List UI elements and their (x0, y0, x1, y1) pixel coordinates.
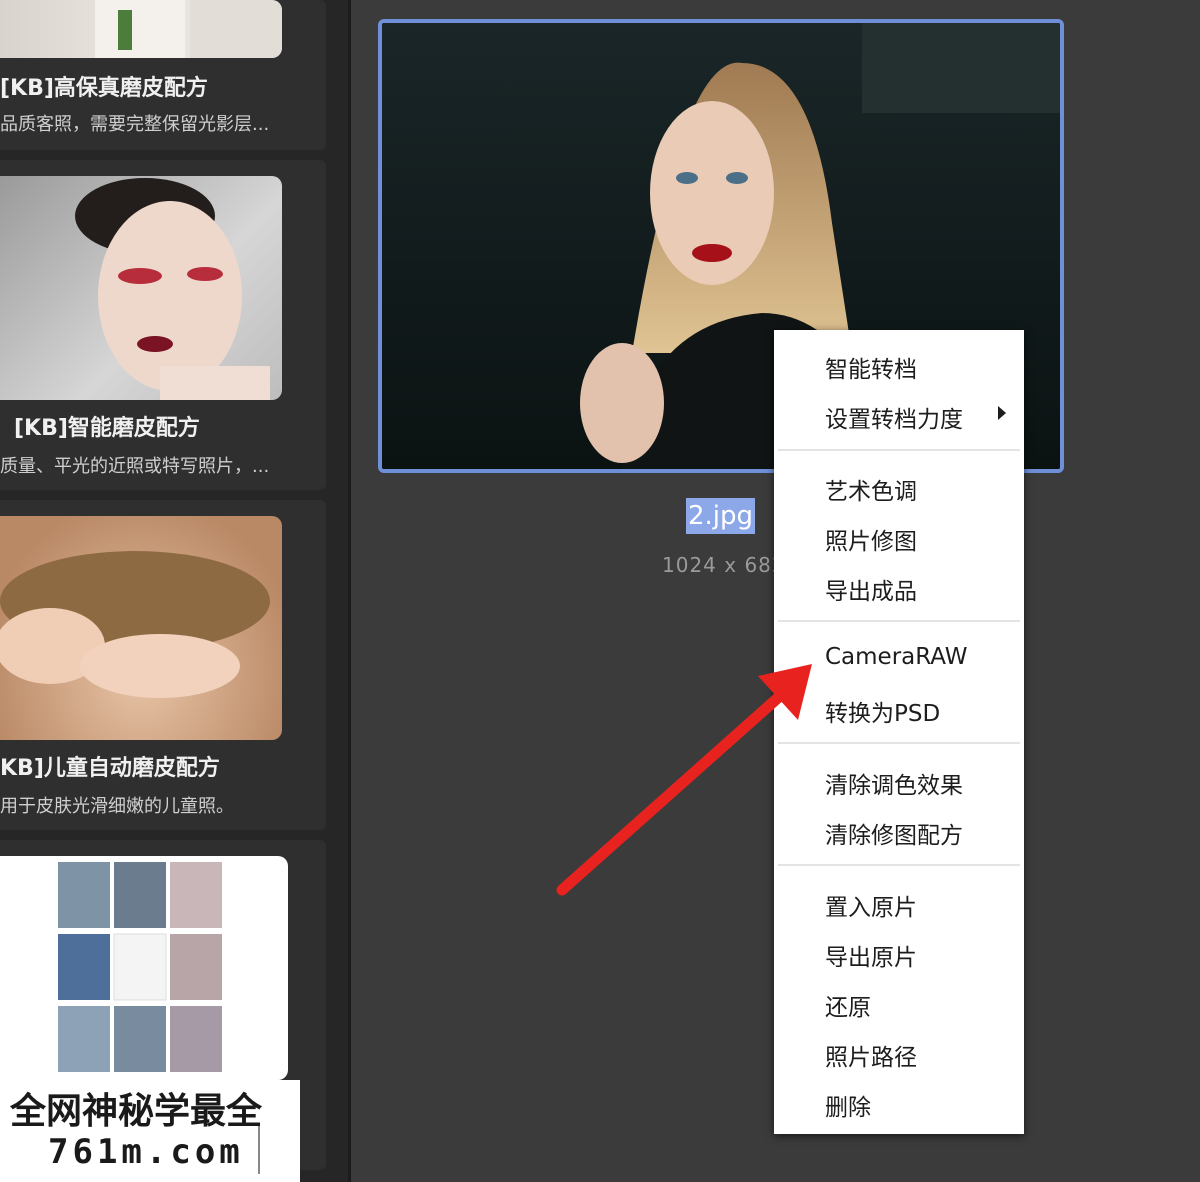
watermark-divider (258, 1126, 260, 1174)
recipe-card-smart[interactable]: [KB]智能磨皮配方 质量、平光的近照或特写照片，... (0, 160, 326, 490)
wedding-photo-thumbnail (95, 0, 282, 58)
recipe-thumbnail (0, 856, 288, 1080)
selected-filename[interactable]: 2.jpg (686, 498, 756, 534)
recipe-description: 品质客照，需要完整保留光影层... (0, 114, 270, 135)
collage-thumbnail (58, 862, 222, 1072)
recipe-card-high-fidelity[interactable]: [KB]高保真磨皮配方 品质客照，需要完整保留光影层... (0, 0, 326, 150)
menu-item-convert-psd[interactable]: 转换为PSD (825, 694, 940, 728)
menu-item-smart-convert[interactable]: 智能转档 (825, 350, 917, 384)
red-arrow-annotation (556, 664, 812, 896)
recipe-title: [KB]高保真磨皮配方 (0, 76, 208, 101)
recipe-card-children[interactable]: KB]儿童自动磨皮配方 用于皮肤光滑细嫩的儿童照。 (0, 500, 326, 830)
recipe-thumbnail (0, 516, 282, 740)
newborn-photo-thumbnail (0, 551, 270, 698)
recipe-description: 质量、平光的近照或特写照片，... (0, 456, 270, 477)
menu-item-art-tone[interactable]: 艺术色调 (825, 472, 917, 506)
recipe-sidebar: [KB]高保真磨皮配方 品质客照，需要完整保留光影层... [KB]智能磨皮配方… (0, 0, 350, 1182)
menu-item-photo-path[interactable]: 照片路径 (825, 1038, 917, 1072)
menu-item-camera-raw[interactable]: CameraRAW (825, 644, 968, 670)
menu-separator (778, 620, 1020, 622)
menu-item-delete[interactable]: 删除 (825, 1088, 871, 1122)
menu-separator (778, 449, 1020, 451)
recipe-thumbnail (0, 176, 282, 400)
watermark-line1: 全网神秘学最全 (10, 1091, 263, 1132)
menu-item-set-convert-strength[interactable]: 设置转档力度 (825, 400, 963, 434)
recipe-thumbnail (0, 0, 282, 58)
menu-item-clear-retouch-recipe[interactable]: 清除修图配方 (825, 816, 963, 850)
menu-item-photo-retouch[interactable]: 照片修图 (825, 522, 917, 556)
recipe-description: 用于皮肤光滑细嫩的儿童照。 (0, 796, 234, 817)
submenu-arrow-icon (998, 406, 1006, 420)
menu-item-restore[interactable]: 还原 (825, 988, 871, 1022)
menu-item-export-original[interactable]: 导出原片 (825, 938, 917, 972)
photo-dimensions: 1024 x 682 (662, 553, 786, 577)
menu-item-clear-color-effect[interactable]: 清除调色效果 (825, 766, 963, 800)
recipe-title: [KB]智能磨皮配方 (14, 416, 200, 441)
menu-item-place-original[interactable]: 置入原片 (825, 888, 917, 922)
watermark-line2: 761m.com (48, 1132, 244, 1172)
watermark-logo: 全网神秘学最全 761m.com (0, 1080, 300, 1182)
menu-item-export-final[interactable]: 导出成品 (825, 572, 917, 606)
recipe-title: KB]儿童自动磨皮配方 (0, 756, 220, 781)
makeup-portrait-thumbnail (75, 178, 270, 400)
